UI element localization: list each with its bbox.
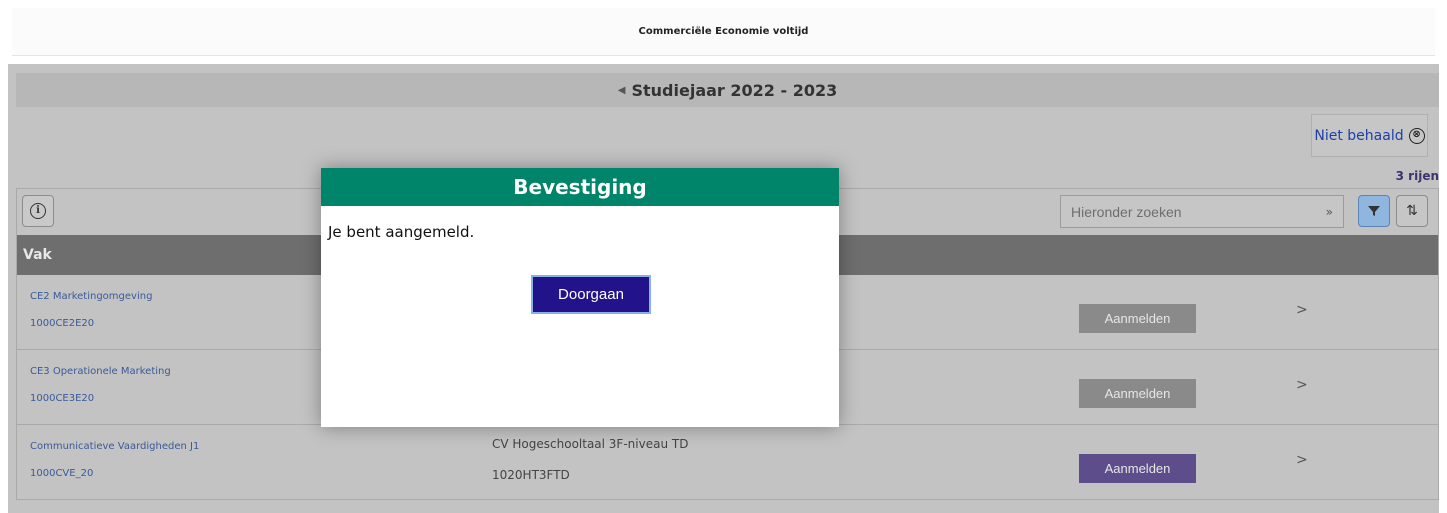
study-year-title: Studiejaar 2022 - 2023 [631, 80, 838, 100]
column-header-label: Vak [23, 247, 52, 263]
filter-chip-niet-behaald[interactable]: Niet behaald ⊗ [1311, 114, 1428, 157]
chevron-right-icon[interactable]: > [1296, 302, 1308, 318]
enroll-button[interactable]: Aanmelden [1079, 454, 1196, 483]
info-icon: i [30, 203, 46, 219]
confirmation-dialog: Bevestiging Je bent aangemeld. Doorgaan [321, 168, 839, 427]
course-code: 1000CE2E20 [30, 318, 95, 329]
alternative-course-code: 1020HT3FTD [492, 468, 570, 482]
double-chevron-right-icon[interactable]: » [1326, 205, 1333, 219]
dialog-title: Bevestiging [513, 175, 647, 199]
alternative-course-name: CV Hogeschooltaal 3F-niveau TD [492, 437, 689, 451]
dialog-header: Bevestiging [321, 168, 839, 206]
chevron-right-icon[interactable]: > [1296, 452, 1308, 468]
continue-button[interactable]: Doorgaan [531, 275, 651, 314]
filter-icon [1368, 206, 1380, 216]
sort-button[interactable]: ⇅ [1396, 195, 1428, 227]
course-code: 1000CVE_20 [30, 468, 94, 479]
dialog-message: Je bent aangemeld. [328, 223, 475, 241]
sort-icon: ⇅ [1406, 203, 1418, 219]
course-name-link[interactable]: CE2 Marketingomgeving [30, 291, 152, 302]
program-title: Commerciële Economie voltijd [638, 26, 809, 37]
course-name-link[interactable]: CE3 Operationele Marketing [30, 366, 171, 377]
close-circle-icon[interactable]: ⊗ [1408, 127, 1425, 144]
top-header: Commerciële Economie voltijd [12, 8, 1435, 56]
study-year-bar: ◀ Studiejaar 2022 - 2023 [16, 73, 1439, 107]
row-count: 3 rijen [1395, 169, 1439, 183]
app-root: Commerciële Economie voltijd ◀ Studiejaa… [0, 0, 1447, 513]
chevron-right-icon[interactable]: > [1296, 377, 1308, 393]
course-name-link[interactable]: Communicatieve Vaardigheden J1 [30, 441, 199, 452]
course-code: 1000CE3E20 [30, 393, 95, 404]
search-box: » [1060, 195, 1344, 228]
table-row[interactable]: Communicatieve Vaardigheden J1 1000CVE_2… [17, 425, 1438, 500]
chevron-left-icon[interactable]: ◀ [618, 85, 626, 96]
filter-chip-label: Niet behaald [1314, 127, 1404, 144]
enroll-button[interactable]: Aanmelden [1079, 379, 1196, 408]
info-button[interactable]: i [22, 195, 54, 227]
search-input[interactable] [1071, 203, 1326, 220]
enroll-button[interactable]: Aanmelden [1079, 304, 1196, 333]
filter-button[interactable] [1358, 195, 1390, 227]
